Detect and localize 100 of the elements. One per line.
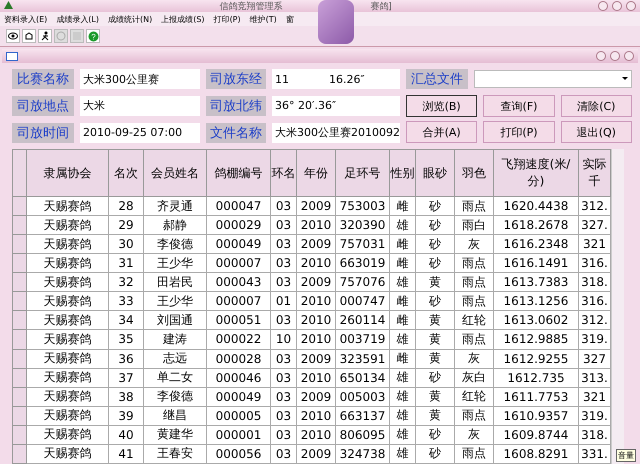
maximize-button[interactable] <box>612 1 622 11</box>
form-button[interactable]: 浏览(B) <box>406 95 478 117</box>
table-cell: 2010 <box>296 425 336 444</box>
table-cell: 1613.7383 <box>494 272 578 292</box>
toolbar-button[interactable] <box>22 29 36 43</box>
table-cell: 雨点 <box>454 444 494 464</box>
table-cell: 2010 <box>296 310 336 330</box>
menu-item[interactable]: 维护(T) <box>250 14 277 24</box>
tree-icon <box>4 1 13 11</box>
table-cell: 37 <box>108 368 144 388</box>
table-cell: 000047 <box>206 196 270 216</box>
menu-item[interactable]: 成绩录入(L) <box>56 14 99 24</box>
field-label: 司放北纬 <box>206 96 266 116</box>
field-label: 文件名称 <box>206 122 266 142</box>
table-cell: 1611.7753 <box>494 387 578 406</box>
table-cell: 黄 <box>416 310 454 330</box>
column-header: 环名 <box>270 150 296 196</box>
table-cell: 1608.8291 <box>494 444 578 464</box>
input-field[interactable]: 大米 <box>80 96 200 116</box>
form-button[interactable]: 合并(A) <box>406 121 478 143</box>
minimize-button[interactable] <box>596 51 606 61</box>
dropdown-field[interactable] <box>474 70 632 88</box>
menu-item[interactable]: 打印(P) <box>214 14 241 24</box>
column-header: 鸽棚编号 <box>206 150 270 196</box>
table-cell: 320390 <box>336 216 390 235</box>
table-cell: 2009 <box>296 387 336 406</box>
table-cell: 03 <box>270 272 296 292</box>
table-cell: 天赐赛鸽 <box>26 349 108 368</box>
input-field[interactable]: 大米300公里赛2010092 <box>272 122 400 142</box>
table-cell: 32 <box>108 272 144 292</box>
table-cell: 30 <box>108 234 144 254</box>
table-cell: 单二女 <box>144 368 206 388</box>
input-field[interactable]: 36° 20′.36″ <box>272 96 400 116</box>
table-cell: 2010 <box>296 406 336 426</box>
table-cell: 1616.2348 <box>494 234 578 254</box>
table-cell: 灰 <box>454 425 494 444</box>
form-button[interactable]: 查询(F) <box>483 95 555 117</box>
table-cell: 砂 <box>416 234 454 254</box>
table-cell: 2009 <box>296 234 336 254</box>
input-field[interactable]: 11 16.26″ <box>272 69 400 89</box>
table-cell: 天赐赛鸽 <box>26 272 108 292</box>
table-cell: 田岩民 <box>144 272 206 292</box>
table-cell: 000028 <box>206 349 270 368</box>
table-cell: 黄 <box>416 349 454 368</box>
table-cell: 000049 <box>206 234 270 254</box>
form-button[interactable]: 打印(P) <box>483 121 555 143</box>
minimize-button[interactable] <box>598 1 608 11</box>
table-cell: 天赐赛鸽 <box>26 425 108 444</box>
table-cell: 757031 <box>336 234 390 254</box>
runner-icon <box>40 31 50 41</box>
table-cell: 000005 <box>206 406 270 426</box>
table-cell: 000043 <box>206 272 270 292</box>
table-cell: 000007 <box>206 254 270 273</box>
table-cell: 雌 <box>390 196 416 216</box>
close-button[interactable] <box>626 1 636 11</box>
table-cell: 10 <box>270 330 296 349</box>
table-cell: 650134 <box>336 368 390 388</box>
menu-item[interactable]: 成绩统计(N) <box>108 14 152 24</box>
maximize-button[interactable] <box>610 51 620 61</box>
table-cell: 砂 <box>416 444 454 464</box>
table-cell: 刘国通 <box>144 310 206 330</box>
table-cell: 000049 <box>206 387 270 406</box>
table-cell: 03 <box>270 310 296 330</box>
table-cell: 李俊德 <box>144 387 206 406</box>
form-button[interactable]: 清除(C) <box>560 95 632 117</box>
table-cell: 天赐赛鸽 <box>26 310 108 330</box>
table-cell: 1618.2678 <box>494 216 578 235</box>
input-field[interactable]: 大米300公里赛 <box>80 69 200 89</box>
menu-item[interactable]: 上报成绩(S) <box>161 14 205 24</box>
table-cell: 灰 <box>454 234 494 254</box>
table-cell: 砂 <box>416 254 454 273</box>
table-cell: 天赐赛鸽 <box>26 254 108 273</box>
table-cell: 260114 <box>336 310 390 330</box>
table-cell: 28 <box>108 196 144 216</box>
form-button[interactable]: 退出(Q) <box>560 121 632 143</box>
table-cell: 红轮 <box>454 387 494 406</box>
table-cell: 03 <box>270 406 296 426</box>
table-cell: 1613.1256 <box>494 292 578 311</box>
table-cell: 雨点 <box>454 272 494 292</box>
table-cell: 雨点 <box>454 292 494 311</box>
menu-item[interactable]: 窗 <box>286 14 294 24</box>
table-cell: 雄 <box>390 406 416 426</box>
table-cell: 天赐赛鸽 <box>26 444 108 464</box>
table-cell: 雄 <box>390 425 416 444</box>
toolbar-button[interactable] <box>38 29 52 43</box>
window-title: 信鸽竞翔管理系 <box>219 0 282 12</box>
table-cell: 000051 <box>206 310 270 330</box>
table-cell: 天赐赛鸽 <box>26 196 108 216</box>
input-field[interactable]: 2010-09-25 07:00 <box>80 122 200 142</box>
table-cell: 雨白 <box>454 216 494 235</box>
square-icon <box>72 31 82 41</box>
table-cell: 34 <box>108 310 144 330</box>
column-header: 眼砂 <box>416 150 454 196</box>
close-button[interactable] <box>624 51 634 61</box>
table-cell: 王少华 <box>144 292 206 311</box>
table-cell: 李俊德 <box>144 234 206 254</box>
menu-item[interactable]: 资料录入(E) <box>4 14 48 24</box>
column-header: 年份 <box>296 150 336 196</box>
table-cell: 1612.9885 <box>494 330 578 349</box>
toolbar-button[interactable] <box>6 29 20 43</box>
